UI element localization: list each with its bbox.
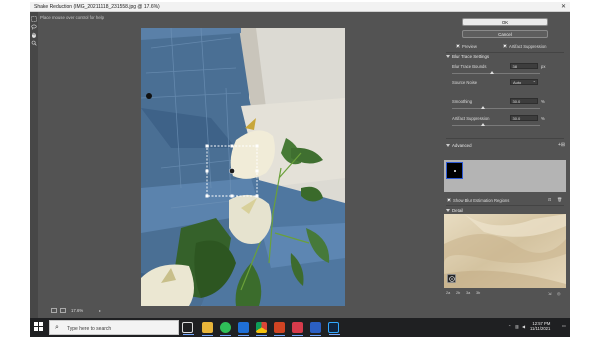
zoom-menu-icon[interactable]: ▸ [99, 308, 101, 313]
windows-start-icon[interactable] [34, 322, 43, 331]
detail-loupe[interactable] [444, 214, 566, 288]
new-region-icon[interactable]: ⊡ [548, 197, 552, 202]
notifications-icon[interactable]: ▭ [562, 323, 566, 328]
blur-region-thumbnail[interactable] [446, 162, 463, 179]
fit-view-icon[interactable] [51, 308, 57, 313]
blur-trace-bounds-slider[interactable] [452, 71, 540, 74]
search-placeholder: Type here to search [67, 325, 112, 332]
blur-trace-bounds-label: Blur Trace Bounds [452, 64, 487, 69]
whatsapp-icon[interactable] [220, 322, 231, 336]
zoom-option[interactable]: 3a [466, 291, 470, 295]
slider-knob[interactable] [480, 106, 485, 109]
dock-loupe-icon[interactable]: ⇲ [548, 291, 551, 296]
window-title: Shake Reduction (IMG_20211118_231558.jpg… [34, 4, 160, 10]
volume-icon[interactable]: ◀ [522, 324, 525, 329]
delete-region-icon[interactable]: 🗑 [557, 197, 562, 203]
chrome-icon[interactable] [256, 322, 267, 336]
collapse-icon[interactable] [446, 209, 450, 212]
mail-icon[interactable] [238, 322, 249, 336]
zoom-option[interactable]: 2a [446, 291, 450, 295]
search-icon: ⌕ [55, 324, 59, 331]
collapse-icon[interactable] [446, 55, 450, 58]
close-icon[interactable]: ✕ [561, 3, 566, 10]
screen: Shake Reduction (IMG_20211118_231558.jpg… [0, 0, 600, 337]
shake-reduction-dialog: Shake Reduction (IMG_20211118_231558.jpg… [30, 2, 570, 318]
show-regions-checkbox[interactable] [447, 198, 451, 203]
cancel-button[interactable]: Cancel [462, 30, 548, 38]
divider [446, 205, 564, 206]
blur-estimation-tool-icon[interactable] [31, 16, 37, 22]
photoshop-icon[interactable] [328, 322, 340, 335]
smoothing-label: Smoothing [452, 99, 473, 104]
tray-chevron-icon[interactable]: ⌃ [508, 324, 512, 329]
blur-trace-bounds-field[interactable]: 38 [510, 63, 538, 69]
detail-loupe-toggle-icon[interactable] [447, 274, 456, 283]
source-noise-select[interactable]: Auto [510, 78, 538, 85]
divider [446, 138, 564, 139]
advanced-header: Advanced [452, 142, 472, 148]
lasso-tool-icon[interactable] [31, 24, 37, 30]
percent-unit: % [541, 99, 545, 104]
blur-trace-settings-header: Blur Trace Settings [452, 53, 490, 59]
powerpoint-icon[interactable] [274, 322, 285, 336]
preview-label: Preview [462, 43, 477, 49]
photo-preview[interactable] [141, 28, 345, 306]
artifact-suppression-label: Artifact Suppression [452, 116, 490, 121]
network-icon[interactable]: ▥ [515, 324, 519, 329]
px-unit: px [541, 64, 546, 69]
slider-knob[interactable] [489, 71, 494, 74]
actual-pixels-icon[interactable] [60, 308, 66, 313]
detail-zoom-bar: 2a 2b 3a 3b ⇲ ◎ [444, 290, 566, 298]
windows-taskbar: ⌕ Type here to search ⌃ ▥ ◀ 12:57 PM 11/… [30, 318, 570, 337]
image-canvas[interactable] [39, 24, 439, 306]
source-noise-label: Source Noise [452, 80, 478, 85]
enhance-icon[interactable]: ◎ [557, 291, 560, 296]
zoom-tool-icon[interactable] [31, 40, 37, 46]
tool-column [30, 12, 38, 318]
artifact-suppression-toggle-label: Artifact Suppression [509, 43, 547, 49]
artifact-suppression-field[interactable]: 30.0 [510, 115, 538, 121]
show-regions-label: Show Blur Estimation Regions [453, 197, 510, 203]
artifact-suppression-slider[interactable] [452, 123, 540, 126]
taskbar-clock[interactable]: 12:57 PM 11/11/2021 [530, 321, 550, 331]
taskbar-search-box[interactable]: ⌕ Type here to search [49, 320, 179, 335]
title-bar: Shake Reduction (IMG_20211118_231558.jpg… [30, 2, 570, 12]
detail-header: Detail [452, 207, 464, 213]
smoothing-slider[interactable] [452, 106, 540, 109]
add-blur-region-icon[interactable]: +⊞ [558, 142, 565, 148]
word-icon[interactable] [310, 322, 321, 336]
ok-button[interactable]: OK [462, 18, 548, 26]
file-explorer-icon[interactable] [202, 322, 213, 336]
zoom-option[interactable]: 3b [476, 291, 480, 295]
clock-date: 11/11/2021 [530, 326, 551, 331]
slider-knob[interactable] [480, 123, 485, 126]
settings-panel: OK Cancel Preview Artifact Suppression B… [440, 12, 570, 318]
pdf-app-icon[interactable] [292, 322, 303, 336]
task-view-icon[interactable] [182, 322, 194, 335]
canvas-status-bar: 17.6% ▸ [39, 306, 439, 316]
blur-estimation-regions[interactable] [444, 160, 566, 192]
anthurium-photo [141, 28, 345, 306]
help-hint: Place mouse over control for help [40, 15, 105, 20]
hand-tool-icon[interactable] [31, 32, 37, 38]
smoothing-field[interactable]: 30.0 [510, 98, 538, 104]
detail-loupe-image [444, 214, 566, 288]
artifact-suppression-checkbox[interactable] [503, 44, 507, 49]
collapse-icon[interactable] [446, 144, 450, 147]
zoom-option[interactable]: 2b [456, 291, 460, 295]
zoom-level[interactable]: 17.6% [71, 308, 83, 313]
percent-unit: % [541, 116, 545, 121]
preview-checkbox[interactable] [456, 44, 460, 49]
